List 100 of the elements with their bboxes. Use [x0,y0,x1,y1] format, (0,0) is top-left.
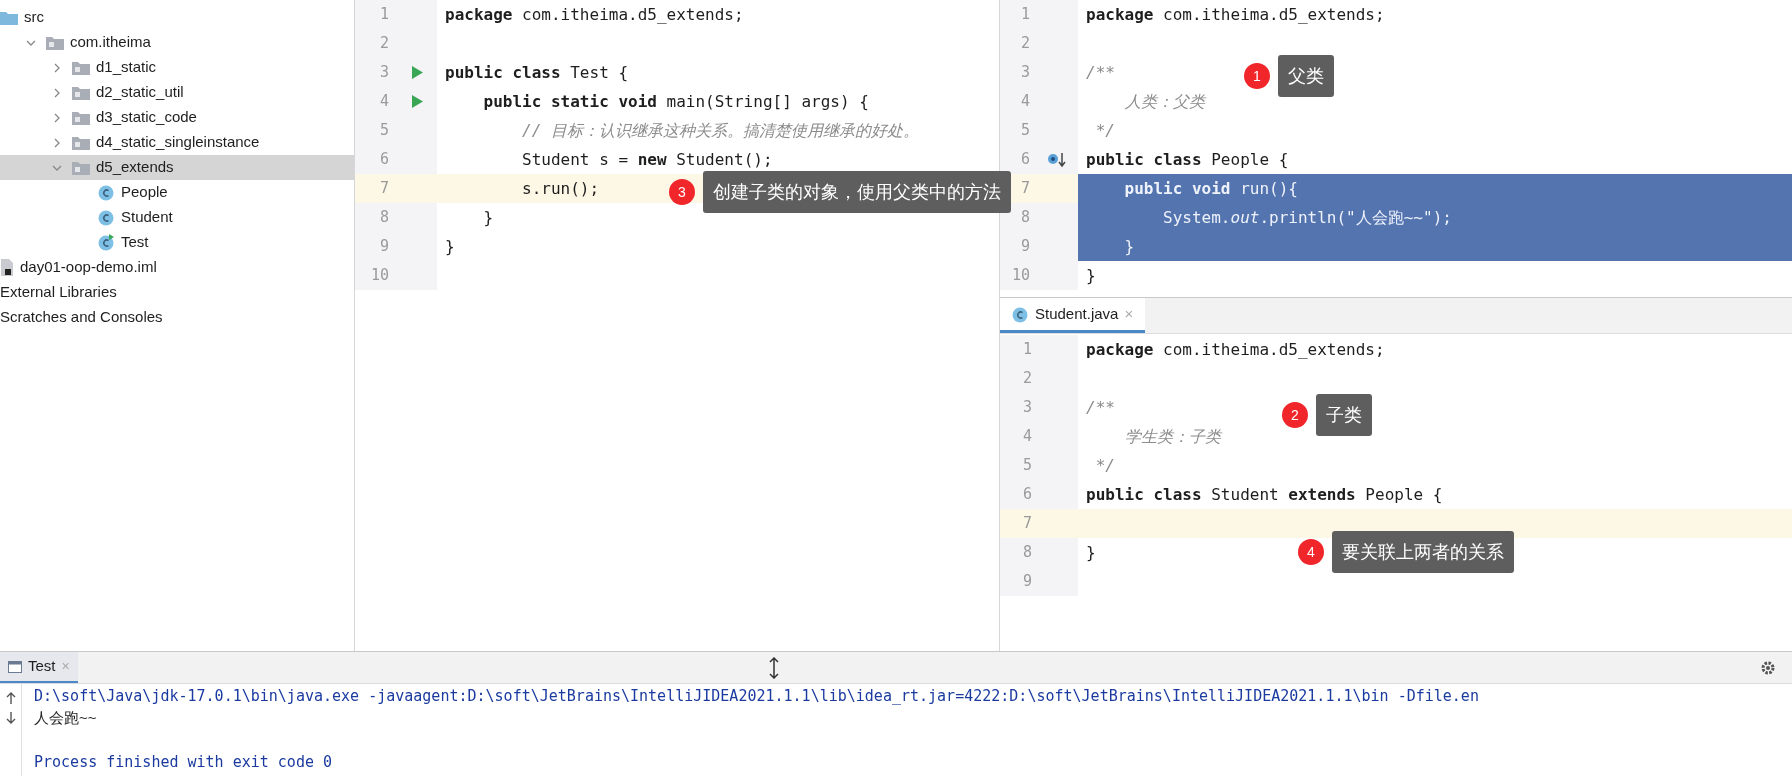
tree-item[interactable]: Test [0,230,354,255]
tree-item[interactable]: d4_static_singleinstance [0,130,354,155]
code-text: { [1431,483,1443,506]
run-icon[interactable] [411,66,423,79]
line-number: 8 [1021,542,1033,564]
folder-icon [0,10,18,25]
class-icon [98,209,115,226]
line-number: 4 [1021,426,1033,448]
class-icon [98,184,115,201]
line-number: 5 [1021,455,1033,477]
chevron-right-icon[interactable] [52,112,62,123]
line-number: 5 [378,120,390,142]
folder-icon [72,135,90,150]
step-number-badge: 1 [1244,63,1270,89]
arrow-down-icon[interactable] [5,712,16,724]
settings-icon[interactable] [1760,659,1776,676]
resize-cursor-icon [768,656,780,679]
tree-item[interactable]: d5_extends [0,155,354,180]
callout-tooltip: 子类 [1316,394,1372,436]
code-text: public static void main(String[] args) { [482,90,869,113]
code-text: public void run(){ [1123,177,1298,200]
tree-item[interactable]: Student [0,205,354,230]
line-number: 1 [1021,339,1033,361]
run-icon[interactable] [411,95,423,108]
console-line: D:\soft\Java\jdk-17.0.1\bin\java.exe -javaagent:D:\soft\JetBrains\IntelliJIDEA2021.1.1\lib\idea_rt.jar=4222:D:\soft\JetBrains\IntelliJIDEA2021.1.1\bin -Dfile.en [34,686,1479,707]
code-text: public class [1086,483,1203,506]
code-comment: */ [1094,119,1115,142]
console-line: Process finished with exit code 0 [34,752,333,773]
class-icon [1012,305,1029,323]
line-number: 2 [378,33,390,55]
code-text: Student s = new Student(); [521,148,773,171]
line-number: 2 [1019,33,1031,55]
line-number: 1 [378,4,390,26]
code-text: } [1086,264,1096,287]
code-text: s.run(); [521,177,600,200]
step-number-badge: 2 [1282,402,1308,428]
line-number: 6 [1019,149,1031,171]
code-comment: /** [1086,61,1115,84]
tree-item[interactable]: Scratches and Consoles [0,305,354,330]
code-text: package com.itheima.d5_extends; [445,3,744,26]
tree-item[interactable]: d3_static_code [0,105,354,130]
callout-tooltip: 创建子类的对象，使用父类中的方法 [703,171,1011,213]
folder-icon [72,110,90,125]
folder-icon [46,35,64,50]
line-number: 2 [1021,368,1033,390]
line-number: 5 [1019,120,1031,142]
line-number: 3 [1021,397,1033,419]
line-number: 6 [1021,484,1033,506]
tree-item[interactable]: External Libraries [0,280,354,305]
runnable-class-icon [98,234,115,251]
code-comment: */ [1094,454,1115,477]
code-text: public class Test { [445,61,629,84]
code-comment: /** [1086,396,1115,419]
tree-item[interactable]: com.itheima [0,30,354,55]
folder-icon [72,160,90,175]
code-text: } [1086,541,1096,564]
line-number: 8 [378,207,390,229]
code-comment: 学生类：子类 [1123,425,1221,448]
code-text: package com.itheima.d5_extends; [1086,3,1385,26]
line-number: 9 [1019,236,1031,258]
line-number: 8 [1019,207,1031,229]
tree-item[interactable]: src [0,5,354,30]
code-text: } [445,235,455,258]
line-number: 6 [378,149,390,171]
code-text: System.out.println("人会跑~~"); [1162,206,1452,229]
run-tab[interactable]: Test × [0,652,78,683]
line-number: 1 [1019,4,1031,26]
line-number: 10 [369,265,390,287]
tree-item[interactable]: People [0,180,354,205]
line-number: 7 [1021,513,1033,535]
code-comment: 人类：父类 [1123,90,1205,113]
line-number: 7 [1019,178,1031,200]
line-number: 9 [1021,571,1033,593]
console-line: 人会跑~~ [34,708,98,728]
editor-tab[interactable]: Student.java × [1000,298,1146,333]
code-text: public class People { [1086,148,1289,171]
overridden-method-icon[interactable] [1047,151,1069,168]
line-number: 4 [1019,91,1031,113]
code-text: package com.itheima.d5_extends; [1086,338,1385,361]
chevron-right-icon[interactable] [52,137,62,148]
line-number: 3 [1019,62,1031,84]
callout-tooltip: 要关联上两者的关系 [1332,531,1514,573]
tree-item[interactable]: d2_static_util [0,80,354,105]
step-number-badge: 4 [1298,539,1324,565]
line-number: 9 [378,236,390,258]
tree-item[interactable]: d1_static [0,55,354,80]
code-text: } [1123,235,1135,258]
folder-icon [72,60,90,75]
console-icon [8,660,22,673]
arrow-up-icon[interactable] [5,692,16,704]
line-number: 4 [378,91,390,113]
chevron-right-icon[interactable] [52,87,62,98]
tree-item[interactable]: day01-oop-demo.iml [0,255,354,280]
line-number: 3 [378,62,390,84]
callout-tooltip: 父类 [1278,55,1334,97]
code-comment: // 目标：认识继承这种关系。搞清楚使用继承的好处。 [521,119,919,142]
file-icon [0,259,14,276]
code-text: } [482,206,494,229]
chevron-right-icon[interactable] [52,62,62,73]
folder-icon [72,85,90,100]
